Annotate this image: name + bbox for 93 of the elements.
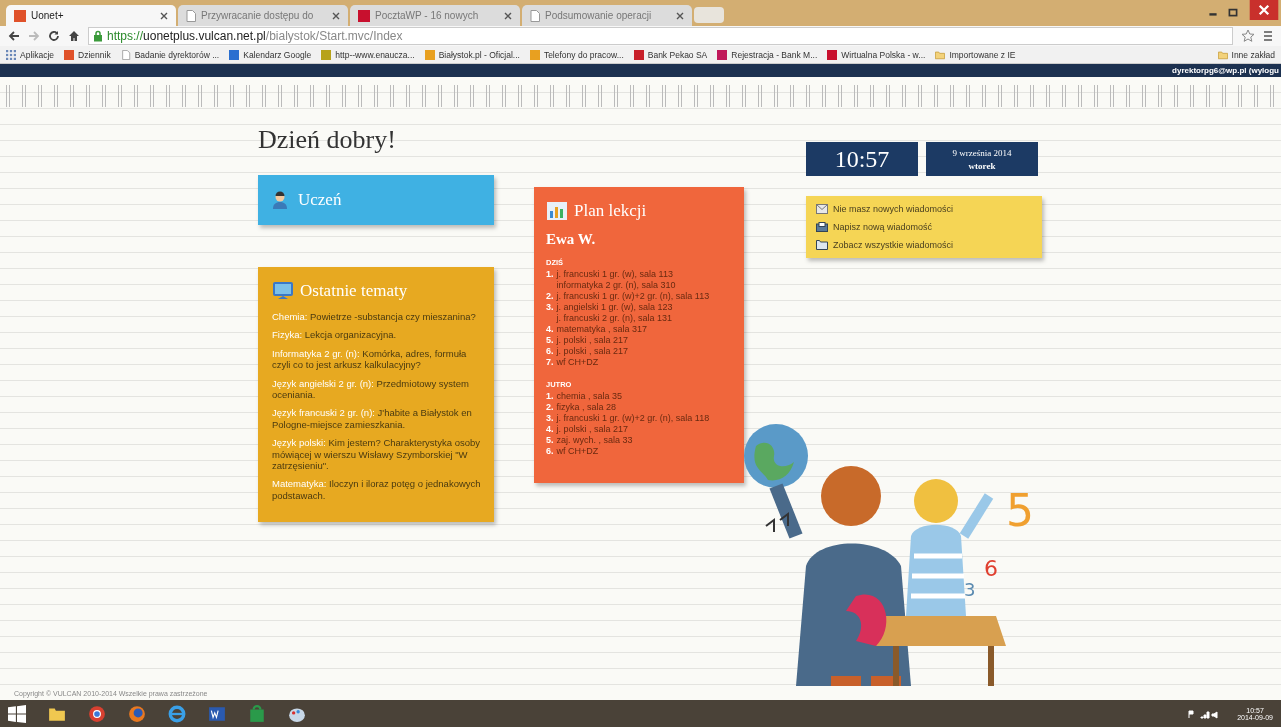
lesson-number: 5. bbox=[546, 435, 554, 446]
lesson-number: 1. bbox=[546, 391, 554, 402]
home-icon[interactable] bbox=[68, 30, 80, 42]
messages-link[interactable]: Zobacz wszystkie wiadomości bbox=[816, 240, 1032, 250]
page-icon bbox=[186, 9, 196, 22]
bookmark[interactable]: Badanie dyrektorów ... bbox=[120, 49, 220, 60]
lesson-entry: j. francuski 1 gr. (w)+2 gr. (n), sala 113 bbox=[556, 291, 710, 302]
lesson-entry: fizyka , sala 28 bbox=[556, 402, 617, 413]
topic-entry: Fizyka: Lekcja organizacyjna. bbox=[272, 329, 398, 341]
bookmark[interactable]: Bank Pekao SA bbox=[633, 49, 708, 60]
topic-entry: Chemia: Powietrze -substancja czy mieszanina? bbox=[272, 311, 477, 323]
weekday-text: wtorek bbox=[968, 160, 996, 171]
bookmark[interactable]: Importowane z IE bbox=[935, 49, 1016, 60]
student-name: Ewa W. bbox=[546, 231, 597, 248]
lesson-number: 6. bbox=[546, 346, 554, 357]
messages-link[interactable]: Nie masz nowych wiadomości bbox=[816, 204, 1032, 214]
timetable-panel[interactable] bbox=[534, 187, 744, 483]
chart-board-icon bbox=[546, 201, 568, 221]
bookmark[interactable]: Białystok.pl - Oficjal... bbox=[424, 49, 520, 60]
address-bar[interactable]: https://uonetplus.vulcan.net.pl/bialystok/Start.mvc/Index bbox=[88, 27, 1233, 45]
topic-entry: Język polski: Kim jestem? Charakterystyka osoby mówiącej w wierszu Wisławy Szymborskiej "W zatrzęsieniu". bbox=[272, 437, 482, 472]
illustration-number: 6 bbox=[984, 556, 998, 581]
lesson-entry: chemia , sala 35 bbox=[556, 391, 623, 402]
store-icon[interactable] bbox=[248, 704, 266, 723]
close-icon[interactable] bbox=[1247, 0, 1281, 20]
lesson-number: 2. bbox=[546, 402, 554, 413]
monitor-icon bbox=[272, 281, 294, 301]
topic-entry: Informatyka 2 gr. (n): Komórka, adres, formuła czyli co to jest arkusz kalkulacyjny? bbox=[272, 347, 468, 371]
clock: 10:57 bbox=[806, 142, 918, 176]
bookmark[interactable]: Kalendarz Google bbox=[229, 49, 312, 60]
lesson-number: 6. bbox=[546, 446, 554, 457]
lesson-entry: matematyka , sala 317 bbox=[556, 324, 648, 335]
lock-icon bbox=[93, 30, 103, 42]
bookmark[interactable]: Inne zakład bbox=[1217, 49, 1275, 60]
page-icon bbox=[530, 9, 540, 22]
topic-entry: Matematyka: Iloczyn i iloraz potęg o jednakowych podstawach. bbox=[272, 478, 482, 502]
panel-title: Uczeń bbox=[298, 190, 342, 210]
date-text: 9 września 2014 bbox=[952, 147, 1012, 158]
lesson-entry: j. angielski 1 gr. (w), sala 123 bbox=[556, 302, 673, 313]
bookmark[interactable]: Telefony do pracow... bbox=[529, 49, 624, 60]
illustration-number: 5 bbox=[1006, 485, 1034, 536]
close-icon[interactable] bbox=[160, 11, 168, 20]
bookmark[interactable]: http--www.enaucza... bbox=[321, 49, 415, 60]
panel-title: Ostatnie tematy bbox=[300, 281, 408, 301]
menu-icon[interactable] bbox=[1263, 30, 1273, 42]
lesson-number: 3. bbox=[546, 413, 554, 424]
word-processor-icon[interactable] bbox=[208, 704, 226, 723]
folder-icon bbox=[816, 240, 828, 250]
topic-entry: Język francuski 2 gr. (n): J'habite a Białystok en Pologne-miejsce zamieszkania. bbox=[272, 407, 473, 431]
topic-entry: Język angielski 2 gr. (n): Przedmiotowy system oceniania. bbox=[272, 377, 470, 401]
lesson-entry: wf CH+DZ bbox=[556, 357, 599, 368]
lesson-entry: wf CH+DZ bbox=[556, 446, 599, 457]
apps-grid-icon bbox=[6, 49, 16, 60]
panel-title: Plan lekcji bbox=[574, 201, 647, 221]
envelope-icon bbox=[816, 204, 828, 214]
lesson-entry: j. francuski 1 gr. (w), sala 113 bbox=[556, 269, 674, 280]
messages-link[interactable]: Napisz nową wiadomość bbox=[816, 222, 1032, 232]
back-arrow-icon[interactable] bbox=[8, 30, 20, 42]
bookmark[interactable]: Wirtualna Polska - w... bbox=[827, 49, 926, 60]
folder-icon bbox=[1217, 49, 1228, 60]
bookmark[interactable]: Rejestracja - Bank M... bbox=[717, 49, 818, 60]
restore-icon[interactable] bbox=[1227, 6, 1239, 18]
lesson-entry: zaj. wych. , sala 33 bbox=[556, 435, 633, 446]
bookmark[interactable]: Aplikacje bbox=[6, 49, 55, 60]
lesson-entry: j. francuski 2 gr. (n), sala 131 bbox=[556, 313, 673, 324]
lesson-number: 4. bbox=[546, 424, 554, 435]
close-icon[interactable] bbox=[676, 11, 684, 20]
lesson-number: 3. bbox=[546, 302, 554, 314]
browser-icon[interactable] bbox=[88, 704, 106, 723]
greeting-heading: Dzień dobry! bbox=[258, 125, 397, 155]
folder-icon bbox=[935, 49, 946, 60]
lesson-entry: informatyka 2 gr. (n), sala 310 bbox=[556, 280, 676, 291]
lesson-entry: j. francuski 1 gr. (w)+2 gr. (n), sala 118 bbox=[556, 413, 710, 424]
compose-icon bbox=[816, 222, 828, 232]
illustration-number: 3 bbox=[964, 579, 976, 600]
close-icon[interactable] bbox=[504, 11, 512, 20]
star-icon[interactable] bbox=[1241, 29, 1255, 43]
windows-start-icon[interactable] bbox=[8, 704, 26, 723]
user-login-link[interactable]: dyrektorpg6@wp.pl (wylogu bbox=[1172, 66, 1279, 75]
lesson-number: 1. bbox=[546, 269, 554, 281]
close-icon[interactable] bbox=[332, 11, 340, 20]
bookmark[interactable]: Dziennik bbox=[64, 49, 111, 60]
reload-icon[interactable] bbox=[48, 30, 60, 42]
browser-tab[interactable]: Uonet+ bbox=[6, 5, 176, 26]
page-icon bbox=[120, 49, 131, 60]
person-icon bbox=[272, 191, 288, 209]
lesson-number: 5. bbox=[546, 335, 554, 346]
lesson-entry: j. polski , sala 217 bbox=[556, 335, 629, 346]
lesson-number: 7. bbox=[546, 357, 554, 368]
lesson-number: 2. bbox=[546, 291, 554, 302]
lesson-number: 4. bbox=[546, 324, 554, 335]
lesson-entry: j. polski , sala 217 bbox=[556, 424, 629, 435]
lesson-entry: j. polski , sala 217 bbox=[556, 346, 629, 357]
